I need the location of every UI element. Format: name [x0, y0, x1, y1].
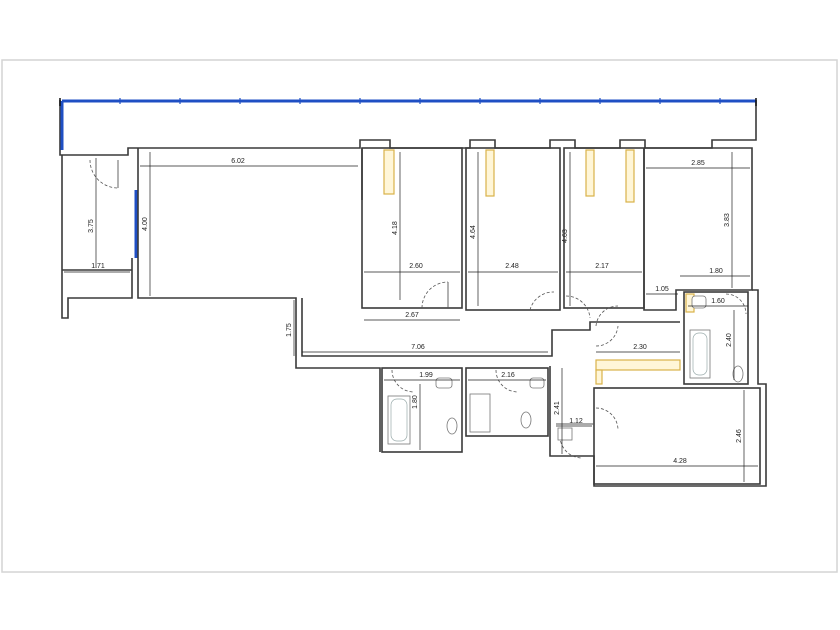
bath-1-door-swing — [391, 369, 415, 393]
bedroom-1-outline — [361, 147, 463, 309]
fixtures — [387, 295, 744, 445]
toilet-bath-2 — [520, 411, 532, 429]
dim-entry-height: 3.75 — [88, 219, 95, 233]
walls — [59, 99, 767, 487]
dim-bath-3-width: 1.60 — [711, 298, 725, 305]
dim-bath-1-width: 1.99 — [419, 372, 433, 379]
dim-bedroom-3-width: 2.17 — [595, 263, 609, 270]
toilet-bath-3 — [732, 365, 744, 383]
dim-hall-step: 1.05 — [655, 286, 669, 293]
toilet-bath-1 — [446, 417, 458, 435]
dim-corridor-mid: 2.30 — [633, 344, 647, 351]
dim-bedroom-1-lower-width: 2.67 — [405, 312, 419, 319]
bath-3-door-swing — [725, 293, 747, 315]
dim-bath-2-width: 2.16 — [501, 372, 515, 379]
dim-bedroom-1-width: 2.60 — [409, 263, 423, 270]
dim-entry-width: 1.71 — [91, 263, 105, 270]
dim-kitchen-height: 2.46 — [736, 429, 743, 443]
kitchen-door-swing — [595, 407, 619, 431]
corridor-wall — [301, 298, 680, 357]
sink-bath-1 — [435, 377, 453, 389]
wardrobe-bedroom-3 — [585, 149, 595, 197]
dim-living-height: 4.00 — [142, 217, 149, 231]
dim-living-width: 6.02 — [231, 158, 245, 165]
dim-bath-3-height: 2.40 — [726, 333, 733, 347]
dim-bedroom-1-height: 4.18 — [392, 221, 399, 235]
bedroom-2-door-swing — [529, 291, 555, 311]
wardrobe-bedroom-4 — [625, 149, 635, 203]
shower-bath-2 — [469, 393, 491, 433]
bedroom-1-door-swing — [421, 281, 449, 309]
washer-lobby — [557, 427, 573, 441]
living-room-wall — [137, 148, 381, 452]
dim-bedroom-4-width: 2.85 — [691, 160, 705, 167]
dim-corridor-length: 7.06 — [411, 344, 425, 351]
entry-door-swing — [89, 159, 119, 189]
dim-kitchen-lobby-height: 2.41 — [554, 401, 561, 415]
wardrobes — [383, 149, 695, 313]
kitchen-counter-side — [595, 369, 603, 385]
sheet-border — [1, 59, 838, 573]
corridor-door-swing — [595, 325, 619, 347]
dim-bedroom-2-height: 4.64 — [470, 225, 477, 239]
dim-bedroom-3-height: 4.63 — [562, 229, 569, 243]
bedroom-3-door-swing — [565, 295, 591, 319]
kitchen-counter — [595, 359, 681, 371]
doors — [89, 159, 747, 459]
wardrobe-bedroom-2 — [485, 149, 495, 197]
sink-bath-2 — [529, 377, 545, 389]
dim-hall-upper-width: 1.80 — [709, 268, 723, 275]
dim-kitchen-width: 4.28 — [673, 458, 687, 465]
dim-bedroom-2-width: 2.48 — [505, 263, 519, 270]
bedroom-4-door-swing — [595, 305, 619, 327]
dim-bedroom-4-height: 3.83 — [724, 213, 731, 227]
bedroom-2-outline — [465, 147, 561, 311]
dim-corridor-step: 1.75 — [286, 323, 293, 337]
floor-plan-drawing: 6.02 4.00 3.75 1.71 4.18 2.60 2.67 4.64 … — [1, 59, 838, 573]
facade-top-wall — [59, 100, 757, 156]
wardrobe-bedroom-1 — [383, 149, 395, 195]
dim-bath-1-height: 1.80 — [412, 395, 419, 409]
entry-wall — [61, 155, 133, 319]
dim-kitchen-lobby-width: 1.12 — [569, 418, 583, 425]
